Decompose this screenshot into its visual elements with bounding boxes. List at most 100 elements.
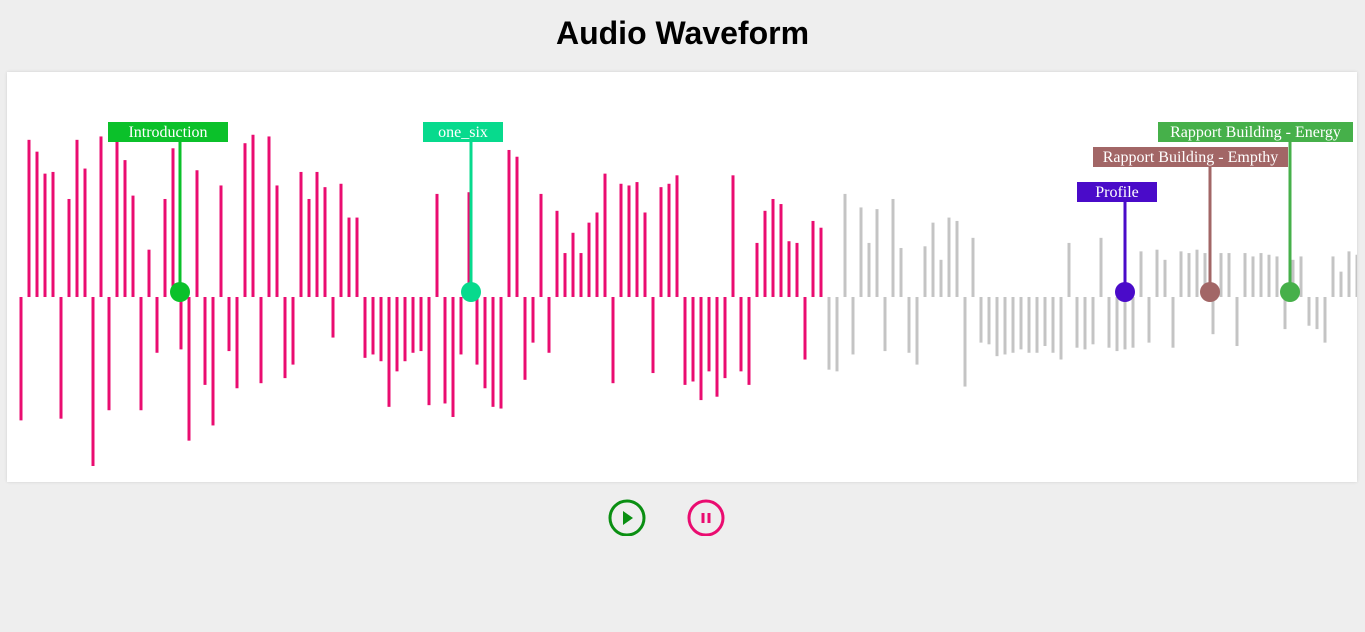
waveform-bar bbox=[715, 297, 719, 397]
waveform-bar bbox=[1331, 256, 1335, 297]
waveform-bar bbox=[611, 297, 615, 384]
play-icon bbox=[608, 499, 646, 536]
waveform-bar bbox=[1299, 256, 1303, 297]
waveform-bar bbox=[379, 297, 383, 362]
waveform-bar bbox=[187, 297, 191, 441]
waveform-bar bbox=[83, 168, 87, 297]
waveform-bar bbox=[899, 247, 903, 297]
waveform-bar bbox=[739, 297, 743, 372]
waveform-bar bbox=[1195, 249, 1199, 297]
waveform-bar bbox=[851, 297, 855, 355]
waveform-bar bbox=[179, 297, 183, 350]
waveform-bar bbox=[811, 220, 815, 297]
waveform-bar bbox=[1131, 297, 1135, 348]
waveform-bar bbox=[1347, 251, 1351, 297]
waveform-bar bbox=[539, 193, 543, 297]
waveform-bar bbox=[651, 297, 655, 374]
waveform-bar bbox=[915, 297, 919, 365]
waveform-bar bbox=[875, 209, 879, 297]
waveform-bar bbox=[323, 187, 327, 297]
waveform-bar bbox=[227, 297, 231, 352]
marker-line bbox=[469, 142, 473, 297]
marker-label: Rapport Building - Energy bbox=[1170, 124, 1341, 141]
waveform-bar bbox=[659, 187, 663, 297]
waveform-bar bbox=[587, 222, 591, 297]
waveform-bar bbox=[835, 297, 839, 372]
waveform-bar bbox=[1027, 297, 1031, 353]
waveform-bar bbox=[779, 204, 783, 297]
marker-handle[interactable] bbox=[1115, 282, 1135, 302]
waveform-bar bbox=[435, 193, 439, 297]
waveform-bar bbox=[99, 136, 103, 297]
waveform-panel[interactable]: Introduction one_six Profile Rapport Buildi… bbox=[7, 72, 1357, 482]
waveform-bar bbox=[1235, 297, 1239, 347]
pause-icon bbox=[687, 499, 725, 536]
waveform-bar bbox=[795, 242, 799, 297]
pause-button[interactable] bbox=[687, 498, 725, 536]
waveform-bar bbox=[683, 297, 687, 385]
marker-line bbox=[1288, 142, 1292, 297]
waveform-bar bbox=[59, 297, 63, 419]
marker-handle[interactable] bbox=[1280, 282, 1300, 302]
waveform-bar bbox=[411, 297, 415, 353]
waveform-bar bbox=[331, 297, 335, 338]
marker-label: one_six bbox=[438, 124, 488, 141]
waveform-bar bbox=[883, 297, 887, 352]
waveform-bar bbox=[531, 297, 535, 343]
waveform-bar bbox=[419, 297, 423, 352]
waveform-bar bbox=[907, 297, 911, 353]
marker-handle[interactable] bbox=[461, 282, 481, 302]
waveform-bar bbox=[643, 212, 647, 297]
waveform-bar bbox=[563, 253, 567, 297]
waveform-bar bbox=[747, 297, 751, 385]
play-button[interactable] bbox=[608, 498, 646, 536]
waveform-bar bbox=[499, 297, 503, 409]
waveform-bar bbox=[1123, 297, 1127, 350]
marker-handle[interactable] bbox=[170, 282, 190, 302]
waveform-bar bbox=[243, 143, 247, 297]
waveform-bar bbox=[19, 297, 23, 421]
page-title: Audio Waveform bbox=[555, 15, 810, 51]
marker[interactable]: Profile bbox=[1077, 182, 1157, 302]
waveform-bar bbox=[219, 185, 223, 297]
waveform-bar bbox=[555, 210, 559, 297]
waveform-bar bbox=[67, 198, 71, 297]
waveform-bar bbox=[723, 297, 727, 379]
marker-line bbox=[1208, 167, 1212, 297]
waveform-bar bbox=[1275, 256, 1279, 297]
marker-line bbox=[178, 142, 182, 297]
waveform-bar bbox=[707, 297, 711, 372]
waveform-bar bbox=[803, 297, 807, 360]
waveform-bar bbox=[691, 297, 695, 382]
waveform-bar bbox=[355, 217, 359, 297]
waveform-bar bbox=[51, 171, 55, 297]
waveform-bar bbox=[1267, 254, 1271, 297]
waveform-bar bbox=[267, 136, 271, 297]
waveform-bar bbox=[1059, 297, 1063, 360]
waveform-bar bbox=[603, 173, 607, 297]
waveform-bar bbox=[107, 297, 111, 411]
waveform-bar bbox=[371, 297, 375, 355]
waveform-bar bbox=[283, 297, 287, 379]
waveform-bar bbox=[827, 297, 831, 370]
waveform-bar bbox=[1187, 253, 1191, 297]
waveform-bar bbox=[1147, 297, 1151, 343]
waveform-bar bbox=[755, 242, 759, 297]
waveform-bar bbox=[515, 156, 519, 297]
playback-controls bbox=[0, 498, 1365, 540]
waveform-bar bbox=[819, 227, 823, 297]
waveform-bar bbox=[27, 139, 31, 297]
waveform-bar bbox=[891, 198, 895, 297]
waveform-bar bbox=[235, 297, 239, 389]
waveform-bar bbox=[75, 139, 79, 297]
waveform-bar bbox=[1155, 249, 1159, 297]
waveform-bar bbox=[971, 237, 975, 297]
marker-handle[interactable] bbox=[1200, 282, 1220, 302]
waveform-bar bbox=[635, 182, 639, 297]
waveform-bar bbox=[339, 183, 343, 297]
waveform-bar bbox=[147, 249, 151, 297]
marker[interactable]: one_six bbox=[423, 122, 503, 302]
waveform-bar bbox=[459, 297, 463, 355]
waveform-bar bbox=[195, 170, 199, 297]
waveform[interactable]: Introduction one_six Profile Rapport Buildi… bbox=[7, 72, 1357, 482]
